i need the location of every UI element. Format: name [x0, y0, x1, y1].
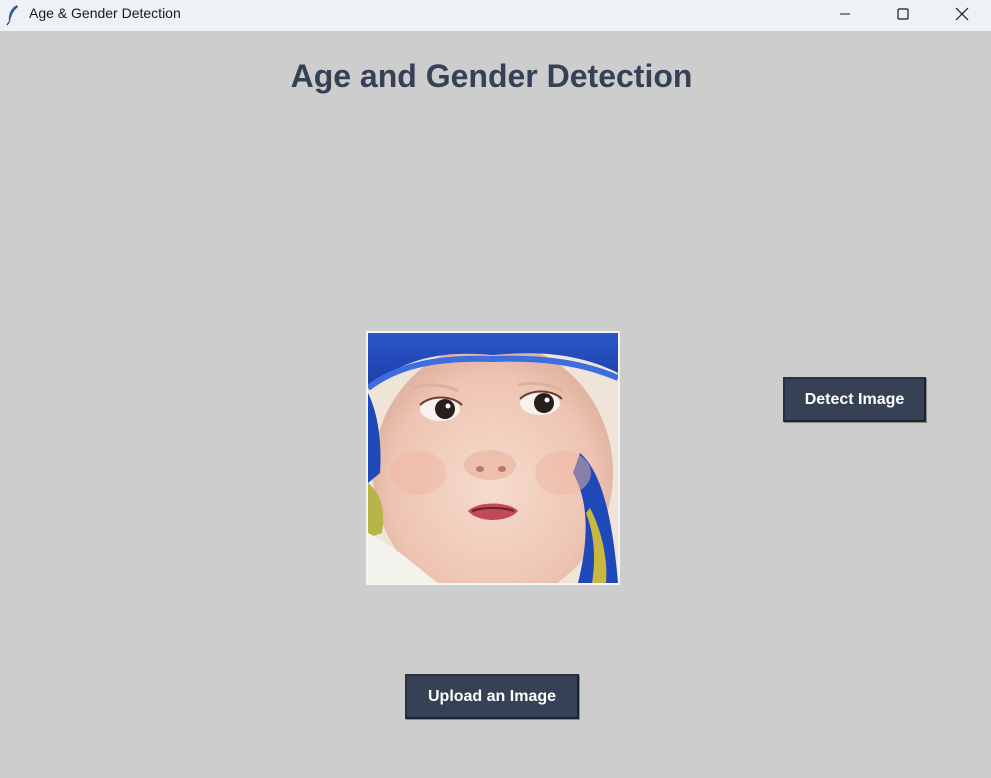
close-icon	[955, 7, 969, 20]
minimize-icon	[840, 13, 850, 14]
page-title: Age and Gender Detection	[290, 58, 693, 94]
close-button[interactable]	[933, 0, 991, 27]
window-titlebar: Age & Gender Detection	[0, 0, 991, 31]
image-preview	[366, 331, 620, 585]
detect-image-button[interactable]: Detect Image	[783, 377, 926, 422]
window-title: Age & Gender Detection	[29, 5, 181, 21]
minimize-button[interactable]	[816, 0, 874, 27]
upload-image-button[interactable]: Upload an Image	[405, 674, 579, 719]
feather-icon	[6, 5, 18, 26]
maximize-icon	[897, 7, 909, 20]
baby-photo	[368, 333, 618, 583]
maximize-button[interactable]	[874, 0, 932, 27]
